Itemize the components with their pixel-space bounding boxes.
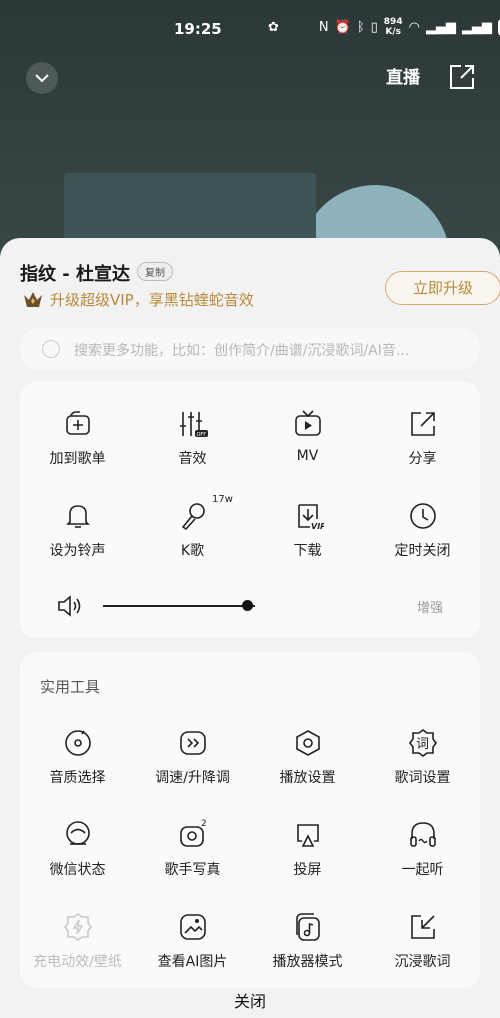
- search-circle-icon: [42, 340, 60, 358]
- action-label: 分享: [408, 451, 437, 467]
- tool-sound-quality[interactable]: 音质选择: [20, 727, 135, 787]
- ai-image-icon: [135, 911, 250, 943]
- network-speed-value: 894: [383, 17, 403, 27]
- status-icons: ✿ N ⏰ ᛒ ▯ 894 K/s ◠ ▂▄▆ ▂▄▆ 36: [268, 17, 500, 37]
- search-placeholder: 搜索更多功能，比如：创作简介/曲谱/沉浸歌词/AI音...: [74, 343, 410, 359]
- tool-label: 充电动效/壁纸: [33, 954, 122, 970]
- sound-quality-icon: [20, 727, 135, 759]
- action-bell[interactable]: 设为铃声: [20, 500, 135, 560]
- immersive-lyrics-icon: [365, 911, 480, 943]
- function-search-input[interactable]: 搜索更多功能，比如：创作简介/曲谱/沉浸歌词/AI音...: [20, 328, 480, 370]
- svg-text:VIP: VIP: [311, 522, 324, 531]
- signal-icon: ▂▄▆: [425, 19, 456, 35]
- live-button[interactable]: 直播: [386, 63, 420, 88]
- upgrade-button[interactable]: 立即升级: [385, 271, 500, 305]
- equalizer-icon: OFF: [135, 408, 250, 440]
- wifi-icon: ◠: [408, 19, 420, 35]
- player-mode-icon: [250, 911, 365, 943]
- action-equalizer[interactable]: OFF 音效: [135, 408, 250, 468]
- tool-label: 音质选择: [49, 770, 106, 786]
- cast-screen-icon: [250, 819, 365, 851]
- copy-button[interactable]: 复制: [137, 262, 173, 281]
- action-add-to-playlist[interactable]: 加到歌单: [20, 408, 135, 468]
- tool-label: 投屏: [293, 862, 322, 878]
- song-title: 指纹 - 杜宣达: [20, 264, 131, 285]
- svg-text:词: 词: [416, 737, 429, 752]
- action-clock[interactable]: 定时关闭: [365, 500, 480, 560]
- vip-promo-text[interactable]: 升级超级VIP，享黑钻蝰蛇音效: [50, 289, 254, 310]
- tool-cast-screen[interactable]: 投屏: [250, 819, 365, 879]
- tool-immersive-lyrics[interactable]: 沉浸歌词: [365, 911, 480, 971]
- tools-section-title: 实用工具: [40, 678, 101, 696]
- action-label: 音效: [178, 451, 207, 467]
- tool-wechat-status[interactable]: 微信状态: [20, 819, 135, 879]
- action-label: 加到歌单: [49, 451, 106, 467]
- share-icon: [450, 65, 474, 89]
- tool-label: 调速/升降调: [155, 770, 230, 786]
- close-button[interactable]: 关闭: [0, 988, 500, 1012]
- add-to-playlist-icon: [20, 408, 135, 440]
- tool-play-settings[interactable]: 播放设置: [250, 727, 365, 787]
- clock-icon: [365, 500, 480, 532]
- chevron-down-icon: [35, 74, 49, 83]
- svg-text:OFF: OFF: [196, 432, 206, 438]
- speed-pitch-icon: [135, 727, 250, 759]
- action-share[interactable]: 分享: [365, 408, 480, 468]
- tool-singer-photo[interactable]: 2 歌手写真: [135, 819, 250, 879]
- tool-label: 查看AI图片: [157, 954, 228, 970]
- charging-effect-icon: [20, 911, 135, 943]
- download-icon: VIP: [250, 500, 365, 532]
- lyrics-settings-icon: 词: [365, 727, 480, 759]
- action-label: 设为铃声: [49, 543, 106, 559]
- nfc-icon: N: [318, 19, 329, 35]
- wechat-notification-icon: ✿: [268, 19, 279, 35]
- tool-listen-together[interactable]: 一起听: [365, 819, 480, 879]
- status-time: 19:25: [174, 20, 222, 38]
- action-karaoke-mic[interactable]: 17w K歌: [135, 494, 250, 560]
- listen-together-icon: [365, 819, 480, 851]
- action-label: MV: [296, 448, 319, 464]
- action-label: 定时关闭: [394, 543, 451, 559]
- mv-icon: [250, 408, 365, 440]
- share-icon: [365, 408, 480, 440]
- vip-crown-icon: [22, 289, 44, 309]
- network-speed-unit: K/s: [385, 27, 401, 37]
- status-bar: 19:25 ✿ N ⏰ ᛒ ▯ 894 K/s ◠ ▂▄▆ ▂▄▆ 36: [0, 0, 500, 58]
- karaoke-count-badge: 17w: [212, 494, 233, 505]
- wechat-status-icon: [20, 819, 135, 851]
- live-label: 直播: [386, 68, 420, 88]
- svg-text:2: 2: [201, 819, 207, 829]
- action-label: 下载: [293, 543, 322, 559]
- tool-label: 歌手写真: [164, 862, 221, 878]
- action-mv[interactable]: MV: [250, 408, 365, 464]
- collapse-button[interactable]: [26, 62, 58, 94]
- tool-label: 播放设置: [279, 770, 336, 786]
- singer-photo-icon: 2: [135, 819, 250, 851]
- tool-lyrics-settings[interactable]: 词歌词设置: [365, 727, 480, 787]
- volume-enhance-button[interactable]: 增强: [417, 597, 443, 616]
- action-label: K歌: [180, 543, 205, 559]
- tool-label: 歌词设置: [394, 770, 451, 786]
- network-speed: 894 K/s: [384, 17, 403, 37]
- tool-label: 沉浸歌词: [394, 954, 451, 970]
- tool-label: 微信状态: [49, 862, 106, 878]
- alarm-icon: ⏰: [334, 19, 351, 35]
- tool-label: 一起听: [401, 862, 444, 878]
- top-share-button[interactable]: [447, 62, 477, 92]
- play-settings-icon: [250, 727, 365, 759]
- volume-slider-track[interactable]: [103, 605, 255, 607]
- vibrate-icon: ▯: [370, 19, 378, 35]
- bluetooth-icon: ᛒ: [356, 19, 365, 35]
- tool-label: 播放器模式: [272, 954, 343, 970]
- volume-icon[interactable]: [55, 592, 83, 620]
- tool-ai-image[interactable]: 查看AI图片: [135, 911, 250, 971]
- action-download[interactable]: VIP 下载: [250, 500, 365, 560]
- tool-speed-pitch[interactable]: 调速/升降调: [135, 727, 250, 787]
- tool-player-mode[interactable]: 播放器模式: [250, 911, 365, 971]
- bell-icon: [20, 500, 135, 532]
- signal-2-icon: ▂▄▆: [461, 19, 492, 35]
- tool-charging-effect[interactable]: 充电动效/壁纸: [20, 911, 135, 971]
